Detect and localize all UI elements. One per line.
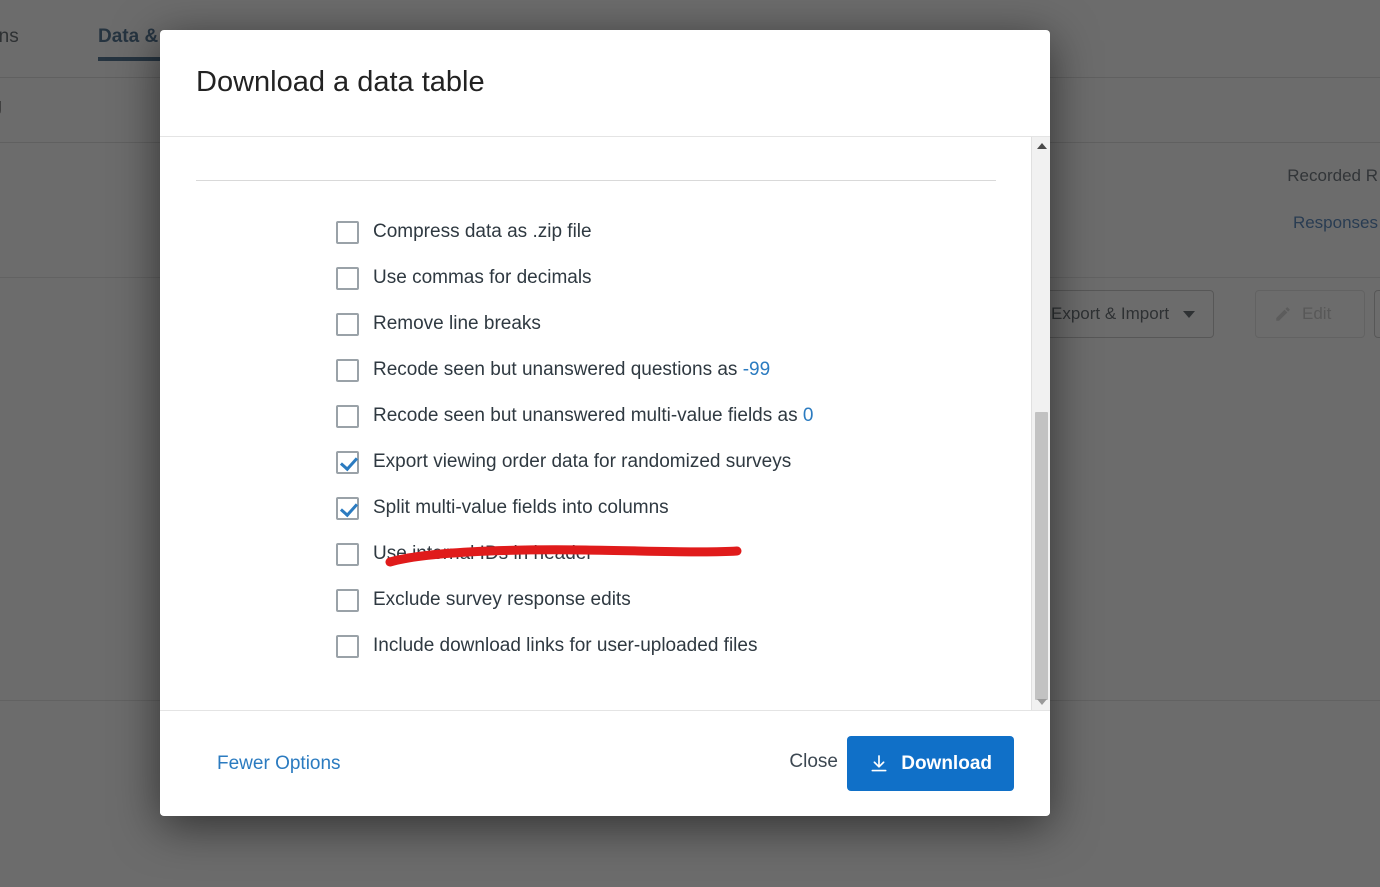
- option-row[interactable]: Split multi-value fields into columns: [336, 485, 996, 531]
- option-row[interactable]: Include download links for user-uploaded…: [336, 623, 996, 669]
- option-row[interactable]: Remove line breaks: [336, 301, 996, 347]
- section-divider: [196, 180, 996, 181]
- option-label: Use commas for decimals: [373, 267, 592, 288]
- option-label: Use internal IDs in header: [373, 543, 593, 564]
- option-row[interactable]: Use internal IDs in header: [336, 531, 996, 577]
- fewer-options-link[interactable]: Fewer Options: [217, 753, 341, 775]
- option-row[interactable]: Recode seen but unanswered multi-value f…: [336, 393, 996, 439]
- screen: utions Data & ng Recorded R Responses Ex…: [0, 0, 1380, 887]
- download-button[interactable]: Download: [847, 736, 1014, 791]
- option-label: Exclude survey response edits: [373, 589, 631, 610]
- option-checkbox[interactable]: [336, 496, 359, 520]
- download-arrow-icon: [871, 755, 887, 772]
- option-checkbox[interactable]: [336, 588, 359, 612]
- scroll-down-arrow-icon[interactable]: [1032, 693, 1050, 710]
- option-value[interactable]: 0: [803, 405, 814, 426]
- option-row[interactable]: Use commas for decimals: [336, 255, 996, 301]
- option-label: Recode seen but unanswered multi-value f…: [373, 405, 814, 426]
- modal-header: Download a data table: [160, 30, 1050, 137]
- option-row[interactable]: Export viewing order data for randomized…: [336, 439, 996, 485]
- option-checkbox[interactable]: [336, 220, 359, 244]
- download-label: Download: [901, 752, 992, 774]
- option-row[interactable]: Recode seen but unanswered questions as …: [336, 347, 996, 393]
- option-label: Split multi-value fields into columns: [373, 497, 669, 518]
- option-checkbox[interactable]: [336, 312, 359, 336]
- download-options-list: Compress data as .zip file Use commas for…: [336, 209, 996, 669]
- option-value[interactable]: -99: [743, 359, 770, 380]
- modal-scrollbar[interactable]: [1031, 137, 1050, 710]
- modal-title: Download a data table: [196, 66, 485, 98]
- option-label: Remove line breaks: [373, 313, 541, 334]
- option-checkbox[interactable]: [336, 266, 359, 290]
- modal-body: Compress data as .zip file Use commas for…: [160, 137, 1050, 710]
- option-row[interactable]: Compress data as .zip file: [336, 209, 996, 255]
- option-checkbox[interactable]: [336, 634, 359, 658]
- option-label: Recode seen but unanswered questions as …: [373, 359, 771, 380]
- scrollbar-thumb[interactable]: [1035, 412, 1048, 700]
- download-data-table-modal: Download a data table Compress data as .…: [160, 30, 1050, 816]
- option-label: Include download links for user-uploaded…: [373, 635, 758, 656]
- option-label: Export viewing order data for randomized…: [373, 451, 792, 472]
- scroll-up-arrow-icon[interactable]: [1032, 137, 1050, 154]
- option-row[interactable]: Exclude survey response edits: [336, 577, 996, 623]
- option-checkbox[interactable]: [336, 450, 359, 474]
- option-checkbox[interactable]: [336, 404, 359, 428]
- close-button[interactable]: Close: [789, 751, 838, 773]
- modal-footer: Fewer Options Close Download: [160, 710, 1050, 815]
- option-checkbox[interactable]: [336, 358, 359, 382]
- option-checkbox[interactable]: [336, 542, 359, 566]
- option-label: Compress data as .zip file: [373, 221, 592, 242]
